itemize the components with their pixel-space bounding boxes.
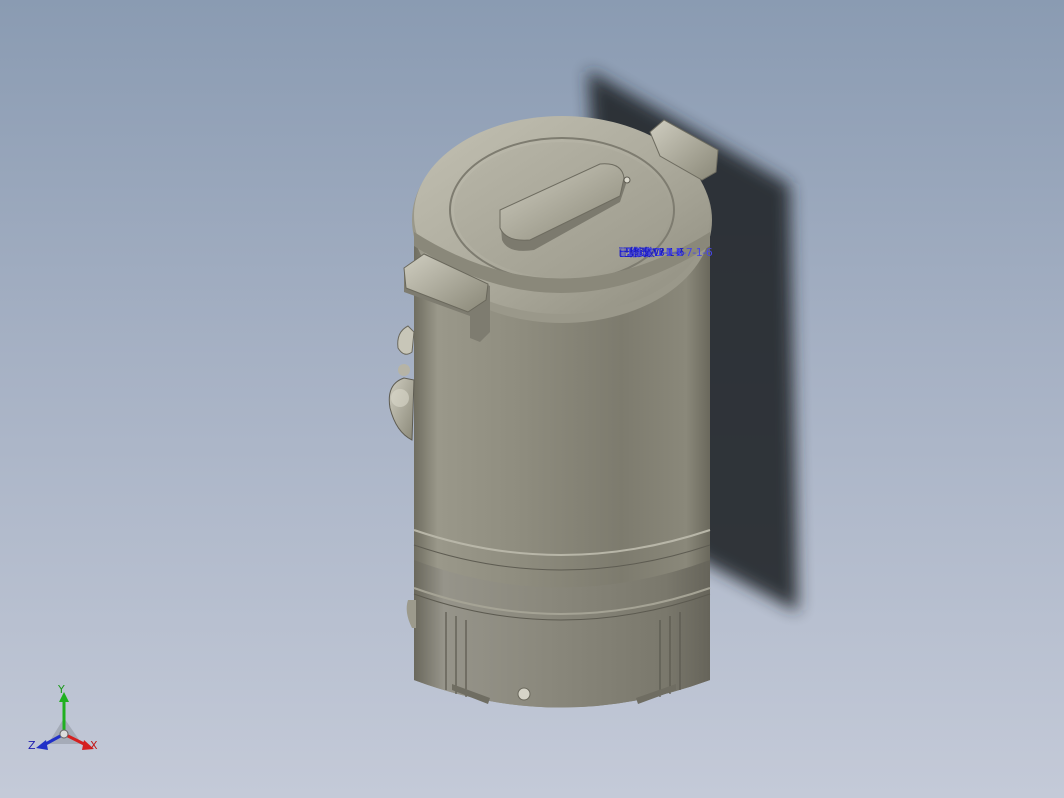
axis-label-x: X bbox=[90, 739, 98, 752]
axis-label-y: Y bbox=[58, 683, 65, 696]
model-render[interactable] bbox=[0, 0, 1064, 798]
axis-label-z: Z bbox=[28, 739, 36, 752]
side-tap bbox=[388, 325, 415, 441]
annotation-line-5: 1-1-7-1-0-1-7-1-6 bbox=[626, 246, 713, 259]
coordinate-triad: Y X Z bbox=[26, 682, 106, 762]
drain-plug bbox=[517, 687, 531, 701]
graphics-viewport[interactable]: 已修改-W-1-2 已修改-D-1-1 已修改-1-1-6 已修改-3-1-5 … bbox=[0, 0, 1064, 798]
